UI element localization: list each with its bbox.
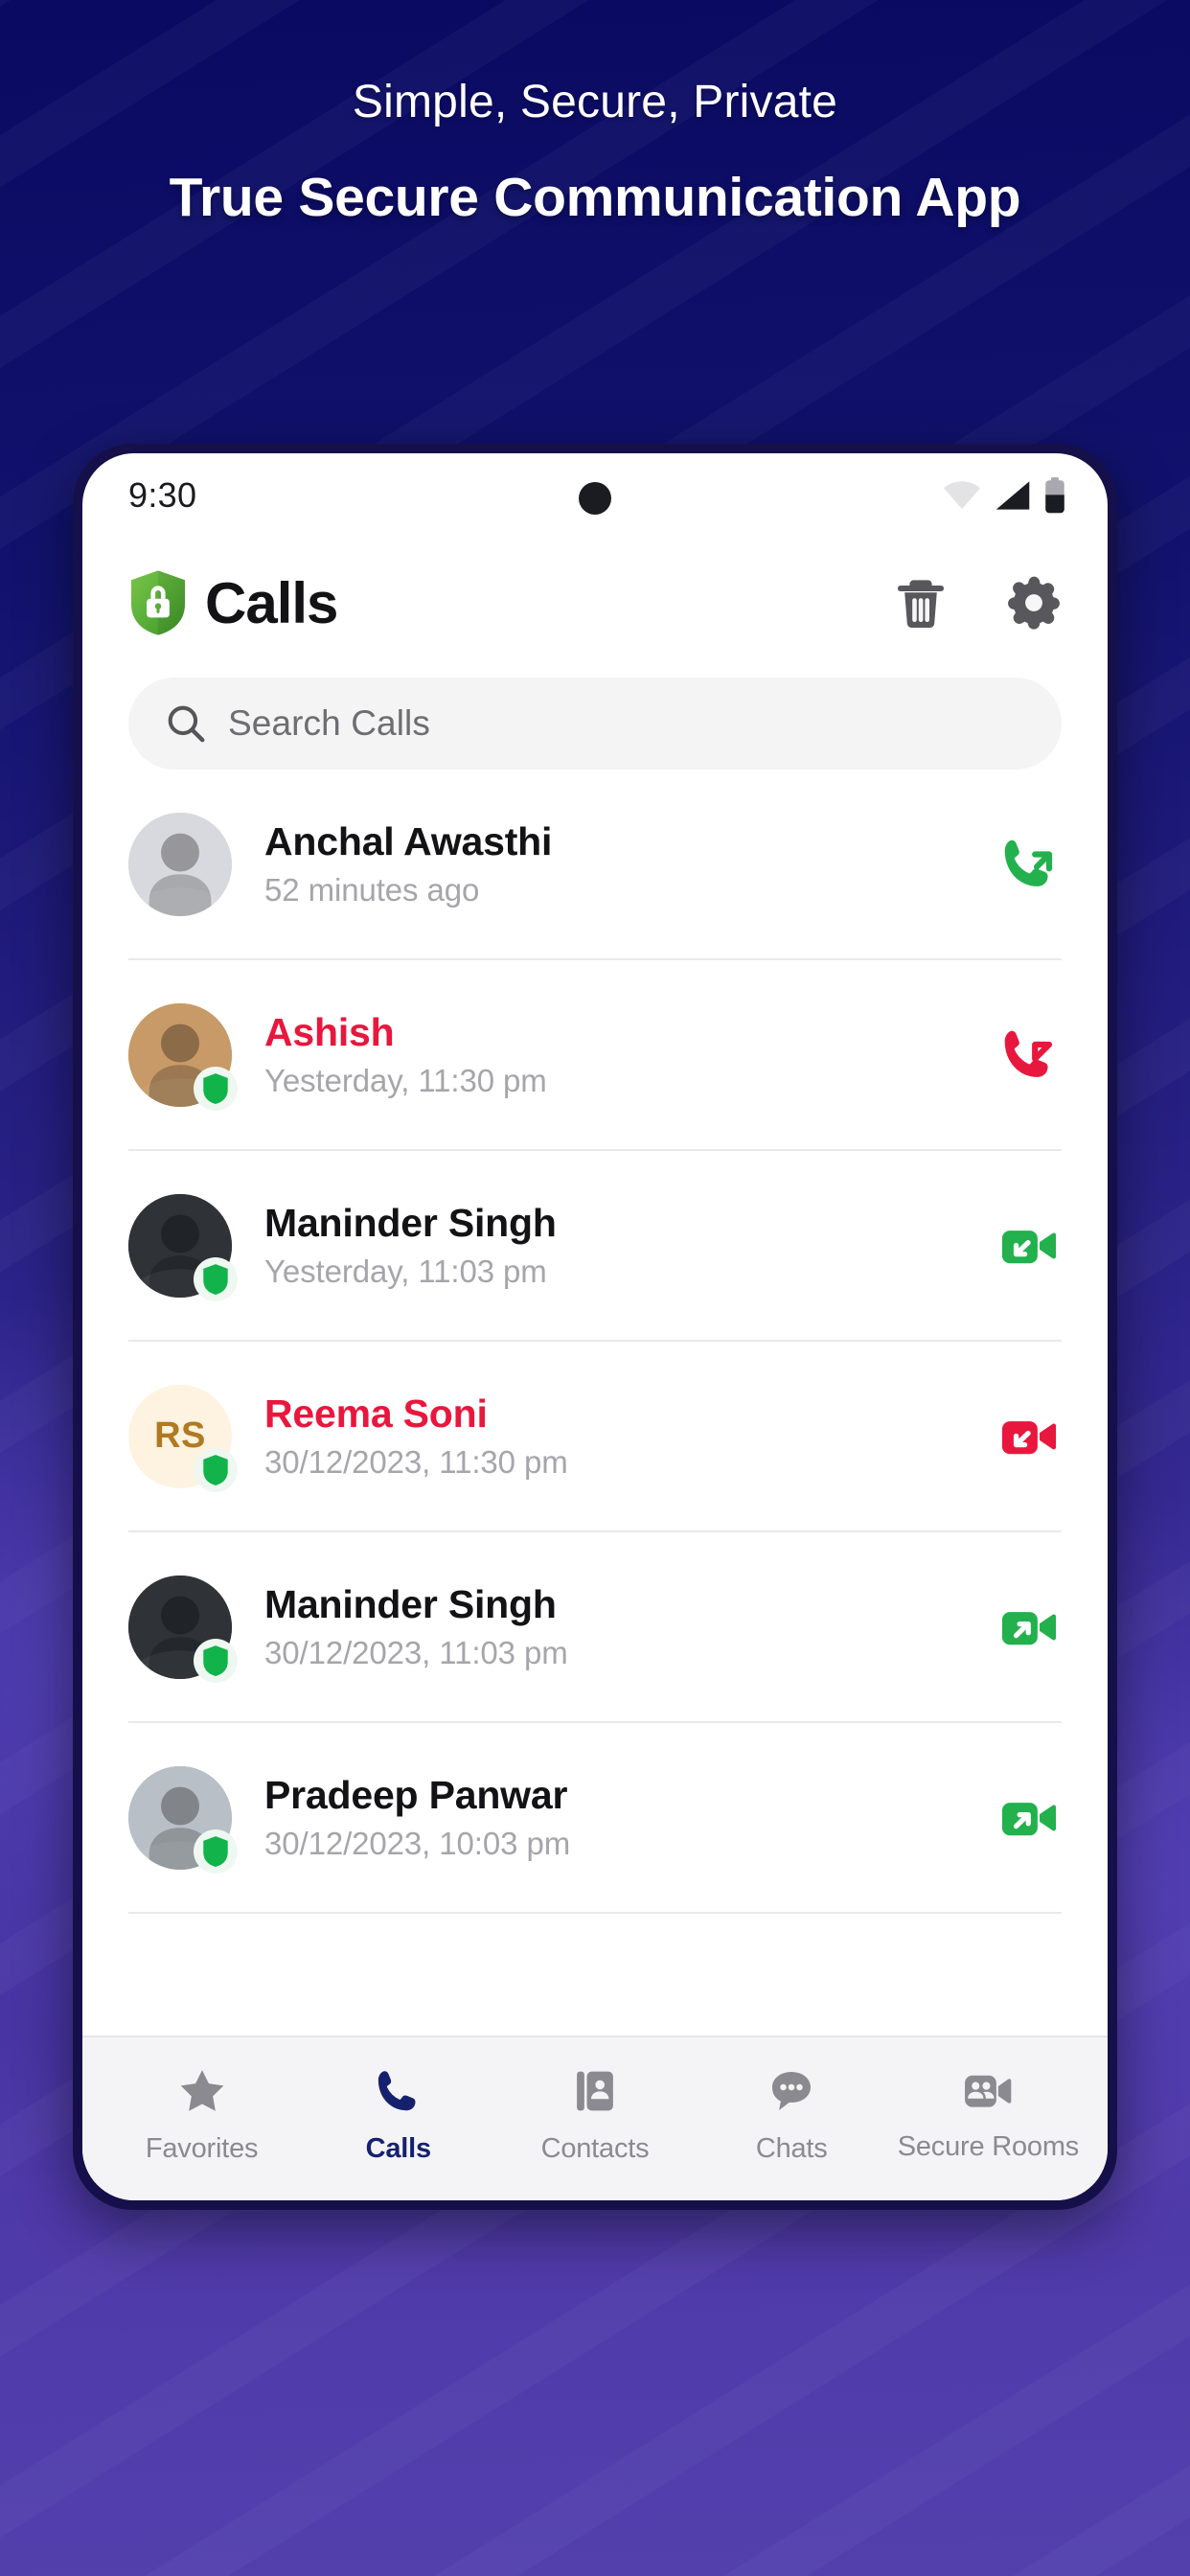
call-log-row[interactable]: Maninder Singh 30/12/2023, 11:03 pm xyxy=(128,1532,1062,1723)
search-icon xyxy=(168,705,205,743)
call-row-text: Maninder Singh 30/12/2023, 11:03 pm xyxy=(264,1582,568,1671)
wifi-icon xyxy=(944,481,980,510)
call-timestamp: Yesterday, 11:30 pm xyxy=(264,1063,547,1098)
promo-tagline: Simple, Secure, Private xyxy=(352,77,838,127)
verified-badge xyxy=(194,1066,238,1111)
nav-tab-label: Calls xyxy=(365,2133,432,2164)
gear-icon xyxy=(1008,576,1060,630)
avatar-image xyxy=(128,812,232,916)
phone-incoming-icon[interactable] xyxy=(996,1023,1062,1088)
nav-tab-chats[interactable]: Chats xyxy=(694,2067,890,2165)
verified-shield-icon xyxy=(203,1263,228,1295)
call-timestamp: 30/12/2023, 11:03 pm xyxy=(264,1635,568,1670)
cellular-signal-icon xyxy=(995,481,1030,510)
avatar-photo xyxy=(128,812,232,916)
star-icon xyxy=(178,2067,226,2120)
app-brand: Calls xyxy=(128,569,338,636)
avatar xyxy=(128,1193,238,1301)
call-timestamp: 30/12/2023, 11:30 pm xyxy=(264,1444,568,1480)
verified-badge xyxy=(194,1256,238,1301)
avatar xyxy=(128,1765,238,1874)
app-bar: Calls xyxy=(82,538,1108,656)
video-outgoing-icon[interactable] xyxy=(996,1785,1062,1851)
contact-name: Maninder Singh xyxy=(264,1201,557,1245)
nav-tab-label: Secure Rooms xyxy=(897,2131,1080,2162)
call-timestamp: 30/12/2023, 10:03 pm xyxy=(264,1826,571,1861)
call-log-row[interactable]: Anchal Awasthi 52 minutes ago xyxy=(128,770,1062,960)
call-log-list: Anchal Awasthi 52 minutes ago Ashish Yester… xyxy=(82,770,1108,2036)
app-bar-actions xyxy=(893,575,1062,631)
phone-mockup: 9:30 Calls Search Calls Anchal Awasthi 5… xyxy=(73,444,1117,2210)
phone-screen: 9:30 Calls Search Calls Anchal Awasthi 5… xyxy=(82,453,1108,2200)
search-input[interactable]: Search Calls xyxy=(128,678,1062,770)
avatar-initials-text: RS xyxy=(154,1415,206,1456)
nav-tab-favorites[interactable]: Favorites xyxy=(103,2067,300,2165)
verified-badge xyxy=(194,1828,238,1874)
promo-headline: True Secure Communication App xyxy=(169,166,1021,228)
delete-calls-button[interactable] xyxy=(893,575,949,631)
bottom-navigation: Favorites Calls Contacts Chats Secure Rooms xyxy=(82,2036,1108,2200)
call-log-row[interactable]: Maninder Singh Yesterday, 11:03 pm xyxy=(128,1151,1062,1342)
nav-tab-secure-rooms[interactable]: Secure Rooms xyxy=(890,2069,1087,2163)
status-clock: 9:30 xyxy=(128,475,197,515)
trash-icon xyxy=(898,580,944,629)
verified-shield-icon xyxy=(203,1644,228,1676)
battery-icon xyxy=(1045,477,1064,514)
call-row-text: Reema Soni 30/12/2023, 11:30 pm xyxy=(264,1392,568,1481)
contact-name: Reema Soni xyxy=(264,1392,488,1436)
call-log-row[interactable]: RS Reema Soni 30/12/2023, 11:30 pm xyxy=(128,1342,1062,1532)
nav-tab-label: Chats xyxy=(755,2133,828,2164)
contact-name: Ashish xyxy=(264,1010,395,1054)
video-incoming-icon[interactable] xyxy=(996,1213,1062,1278)
verified-badge xyxy=(194,1447,238,1492)
search-placeholder: Search Calls xyxy=(228,703,430,743)
status-indicators xyxy=(943,477,1065,514)
call-row-text: Pradeep Panwar 30/12/2023, 10:03 pm xyxy=(264,1773,570,1862)
contact-book-icon xyxy=(571,2067,619,2120)
call-row-text: Anchal Awasthi 52 minutes ago xyxy=(264,819,552,908)
verified-shield-icon xyxy=(203,1835,228,1867)
call-timestamp: 52 minutes ago xyxy=(264,872,480,908)
video-outgoing-icon[interactable] xyxy=(996,1595,1062,1660)
settings-button[interactable] xyxy=(1006,575,1062,631)
avatar xyxy=(128,1002,238,1111)
avatar: RS xyxy=(128,1384,238,1492)
call-log-row[interactable]: Ashish Yesterday, 11:30 pm xyxy=(128,960,1062,1151)
nav-tab-label: Contacts xyxy=(540,2133,650,2164)
call-timestamp: Yesterday, 11:03 pm xyxy=(264,1254,547,1289)
call-log-row[interactable]: Pradeep Panwar 30/12/2023, 10:03 pm xyxy=(128,1723,1062,1914)
video-incoming-icon[interactable] xyxy=(996,1404,1062,1469)
avatar xyxy=(128,1575,238,1683)
verified-shield-icon xyxy=(203,1072,228,1104)
call-row-text: Ashish Yesterday, 11:30 pm xyxy=(264,1010,547,1099)
contact-name: Maninder Singh xyxy=(264,1582,557,1626)
contact-name: Pradeep Panwar xyxy=(264,1773,568,1817)
page-title: Calls xyxy=(205,570,338,635)
shield-lock-icon xyxy=(131,570,185,635)
verified-badge xyxy=(194,1638,238,1683)
avatar xyxy=(128,812,232,916)
nav-tab-calls[interactable]: Calls xyxy=(300,2067,496,2165)
promo-text-block: Simple, Secure, Private True Secure Comm… xyxy=(0,75,1190,229)
call-row-text: Maninder Singh Yesterday, 11:03 pm xyxy=(264,1201,557,1290)
promo-screenshot: Simple, Secure, Private True Secure Comm… xyxy=(0,0,1190,2576)
verified-shield-icon xyxy=(203,1454,228,1485)
phone-icon xyxy=(375,2067,423,2120)
camera-punch-hole xyxy=(579,482,611,515)
nav-tab-label: Favorites xyxy=(145,2133,259,2164)
group-video-icon xyxy=(962,2069,1014,2118)
search-section: Search Calls xyxy=(82,656,1108,770)
phone-outgoing-icon[interactable] xyxy=(996,832,1062,897)
nav-tab-contacts[interactable]: Contacts xyxy=(496,2067,693,2165)
chat-bubble-icon xyxy=(767,2067,815,2120)
contact-name: Anchal Awasthi xyxy=(264,819,553,863)
status-bar: 9:30 xyxy=(82,453,1108,538)
